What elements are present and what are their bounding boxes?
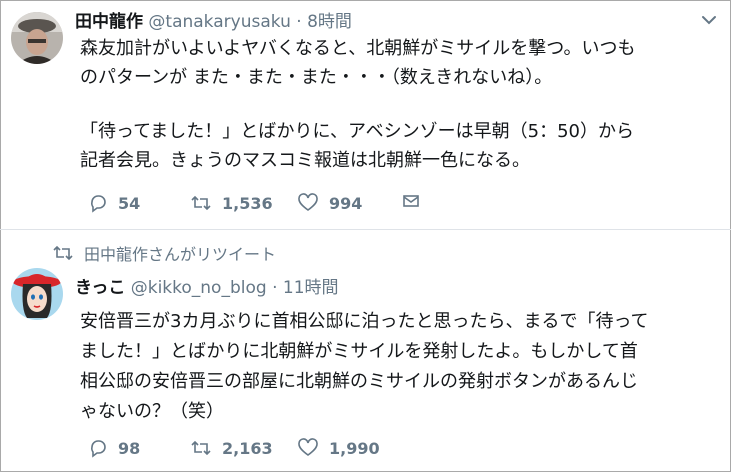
text-line: のパターンが また・また・また・・・（数えきれないね）。 bbox=[80, 67, 553, 88]
user-handle[interactable]: @tanakaryusaku bbox=[148, 12, 290, 32]
text-line: 記者会見。きょうのマスコミ報道は北朝鮮一色になる。 bbox=[80, 150, 530, 171]
reply-button[interactable]: 98 bbox=[88, 438, 140, 458]
avatar[interactable] bbox=[11, 12, 63, 64]
avatar-photo-icon bbox=[11, 12, 63, 64]
retweet-icon bbox=[191, 195, 211, 211]
tweet-actions: 98 2,163 1,990 bbox=[88, 438, 388, 462]
chevron-down-icon[interactable] bbox=[700, 11, 718, 29]
retweet-icon bbox=[191, 440, 211, 456]
reply-button[interactable]: 54 bbox=[88, 193, 140, 213]
retweet-button[interactable]: 1,536 bbox=[190, 193, 273, 213]
heart-icon bbox=[298, 193, 318, 211]
text-line: 「待ってました！」とばかりに、アベシンゾーは早朝（5：50）から bbox=[80, 121, 635, 142]
heart-icon bbox=[298, 438, 318, 456]
retweet-icon bbox=[53, 245, 73, 261]
timestamp[interactable]: 8時間 bbox=[307, 12, 352, 32]
text-line: ゃないの？（笑） bbox=[80, 401, 224, 422]
avatar-illustration-icon bbox=[11, 268, 63, 320]
user-handle[interactable]: @kikko_no_blog bbox=[131, 278, 267, 298]
like-count: 1,990 bbox=[329, 438, 380, 458]
tweet-header: きっこ @kikko_no_blog · 11時間 bbox=[75, 273, 339, 298]
like-button[interactable]: 994 bbox=[297, 193, 362, 213]
text-line: 森友加計がいよいよヤバくなると、北朝鮮がミサイルを撃つ。いつも bbox=[80, 38, 636, 59]
reply-count: 54 bbox=[118, 193, 141, 213]
retweet-count: 2,163 bbox=[222, 438, 273, 458]
timestamp[interactable]: 11時間 bbox=[283, 278, 339, 298]
like-count: 994 bbox=[329, 193, 363, 213]
retweet-count: 1,536 bbox=[222, 193, 273, 213]
tweet-kikko[interactable]: 田中龍作さんがリツイート きっこ @kikko_no_blog · 11時間 安… bbox=[0, 229, 731, 473]
retweet-context: 田中龍作さんがリツイート bbox=[52, 241, 276, 265]
dm-button[interactable] bbox=[402, 193, 420, 209]
like-button[interactable]: 1,990 bbox=[297, 438, 380, 458]
retweet-button[interactable]: 2,163 bbox=[190, 438, 273, 458]
display-name[interactable]: きっこ bbox=[75, 278, 125, 298]
text-line: 安倍晋三が3カ月ぶりに首相公邸に泊ったと思ったら、まるで「待って bbox=[80, 311, 649, 332]
reply-icon bbox=[91, 440, 106, 458]
text-line: ました！」とばかりに北朝鮮がミサイルを発射したよ。もしかして首 bbox=[80, 341, 638, 362]
tweet-actions: 54 1,536 994 bbox=[88, 193, 428, 217]
tweet-tanakaryusaku[interactable]: 田中龍作 @tanakaryusaku · 8時間 森友加計がいよいよヤバくなる… bbox=[0, 0, 731, 229]
retweet-context-label[interactable]: 田中龍作さんがリツイート bbox=[84, 241, 276, 265]
avatar[interactable] bbox=[11, 268, 63, 320]
tweet-header: 田中龍作 @tanakaryusaku · 8時間 bbox=[75, 7, 352, 32]
reply-count: 98 bbox=[118, 438, 141, 458]
text-line: 相公邸の安倍晋三の部屋に北朝鮮のミサイルの発射ボタンがあるんじ bbox=[80, 371, 638, 392]
separator-dot: · bbox=[296, 12, 302, 32]
display-name[interactable]: 田中龍作 bbox=[75, 12, 143, 32]
reply-icon bbox=[91, 195, 106, 213]
separator-dot: · bbox=[272, 278, 278, 298]
envelope-icon bbox=[403, 195, 419, 207]
